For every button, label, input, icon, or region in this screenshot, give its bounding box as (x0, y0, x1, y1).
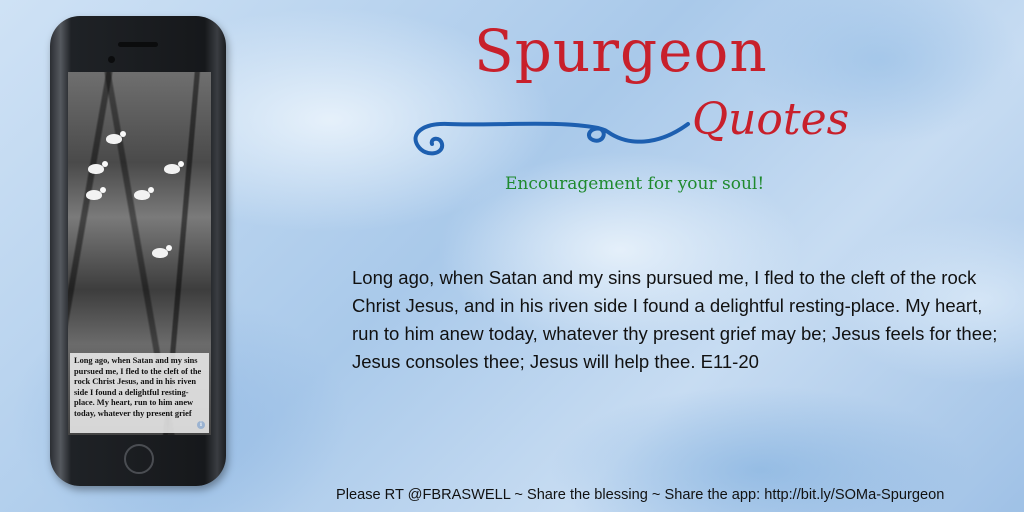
bird-icon (152, 245, 172, 258)
bird-icon (164, 161, 184, 174)
info-icon: i (197, 421, 205, 429)
quote-text: Long ago, when Satan and my sins pursued… (352, 267, 998, 372)
bird-icon (86, 187, 106, 200)
phone-camera-icon (108, 56, 115, 63)
bird-icon (88, 161, 108, 174)
phone-quote-caption: Long ago, when Satan and my sins pursued… (70, 353, 209, 433)
bird-icon (134, 187, 154, 200)
home-button (124, 444, 154, 474)
decorative-swash-icon (413, 121, 690, 156)
phone-mockup: Long ago, when Satan and my sins pursued… (50, 16, 226, 486)
phone-speaker (118, 42, 158, 47)
phone-quote-text: Long ago, when Satan and my sins pursued… (74, 356, 202, 418)
page-title: Spurgeon (474, 17, 768, 85)
tagline: Encouragement for your soul! (505, 174, 765, 194)
footer-share-text: Please RT @FBRASWELL ~ Share the blessin… (336, 487, 945, 503)
page-subtitle: Quotes (692, 94, 850, 145)
phone-screen: Long ago, when Satan and my sins pursued… (68, 72, 211, 435)
bird-icon (106, 131, 126, 144)
